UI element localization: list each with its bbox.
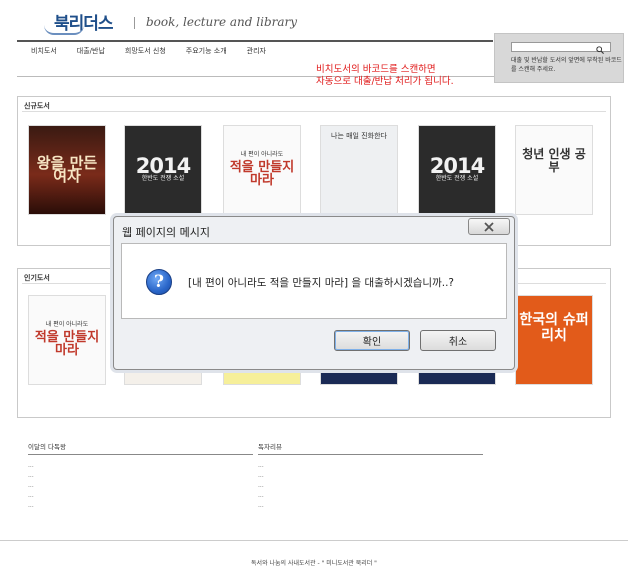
list-item[interactable]: ... (28, 481, 253, 491)
reader-reviews: 독자리뷰 ... ... ... ... ... (258, 441, 483, 513)
nav-item-request[interactable]: 희망도서 신청 (125, 42, 166, 58)
book-title: 적을 만들지 마라 (34, 330, 100, 358)
mini-list: ... ... ... ... ... (28, 461, 253, 511)
book-subtitle: 한반도 전쟁 소설 (435, 174, 479, 182)
logo-swoosh (44, 25, 84, 35)
annotation-line-2: 자동으로 대출/반납 처리가 됩니다. (316, 76, 454, 87)
book-subtitle: 내 편이 아니라도 (45, 321, 89, 328)
list-item[interactable]: ... (28, 461, 253, 471)
list-item[interactable]: ... (258, 471, 483, 481)
list-item[interactable]: ... (28, 471, 253, 481)
nav-item-books[interactable]: 비치도서 (31, 42, 57, 58)
nav-item-features[interactable]: 주요기능 소개 (186, 42, 227, 58)
section-title: 인기도서 (24, 274, 50, 282)
cancel-button[interactable]: 취소 (420, 330, 496, 351)
dialog-body: ? [내 편이 아니라도 적을 만들지 마라] 을 대출하시겠습니까..? (121, 243, 507, 319)
search-icon[interactable] (596, 46, 604, 54)
book-cover[interactable]: 내 편이 아니라도적을 만들지 마라 (223, 125, 301, 215)
annotation-line-1: 비치도서의 바코드를 스캔하면 (316, 64, 436, 75)
section-divider (22, 111, 606, 112)
book-subtitle: 나는 매일 진화한다 (331, 132, 387, 140)
main-nav: 비치도서 대출/반납 희망도서 신청 주요기능 소개 관리자 (17, 42, 493, 58)
book-cover[interactable]: 왕을 만든 여자 (28, 125, 106, 215)
list-item[interactable]: ... (258, 461, 483, 471)
list-item[interactable]: ... (258, 491, 483, 501)
list-item[interactable]: ... (28, 501, 253, 511)
list-item[interactable]: ... (258, 481, 483, 491)
confirm-dialog: 웹 페이지의 메시지 ? [내 편이 아니라도 적을 만들지 마라] 을 대출하… (113, 216, 515, 370)
scan-annotation: 비치도서의 바코드를 스캔하면 자동으로 대출/반납 처리가 됩니다. (316, 64, 454, 88)
book-cover[interactable]: 청년 인생 공부 (515, 125, 593, 215)
tagline: book, lecture and library (146, 15, 298, 29)
list-item[interactable]: ... (28, 491, 253, 501)
book-title: 청년 인생 공부 (522, 147, 586, 174)
barcode-help-text: 대출 및 반납할 도서의 앞면에 부착된 바코드를 스캔해 주세요. (511, 57, 622, 73)
mini-section-title: 이달의 다독왕 (28, 443, 66, 451)
book-subtitle: 한반도 전쟁 소설 (141, 174, 185, 182)
close-button[interactable] (468, 218, 510, 235)
book-cover[interactable]: 2014 한반도 전쟁 소설 (124, 125, 202, 215)
dialog-titlebar[interactable]: 웹 페이지의 메시지 (114, 217, 514, 243)
mini-list: ... ... ... ... ... (258, 461, 483, 511)
question-icon: ? (146, 269, 172, 295)
nav-item-loan-return[interactable]: 대출/반납 (77, 42, 105, 58)
book-cover[interactable]: 2014 한반도 전쟁 소설 (418, 125, 496, 215)
mini-section-title: 독자리뷰 (258, 443, 282, 451)
footer-text: 독서와 나눔의 사내도서관 - " 미니도서관 북리더 " (251, 560, 377, 567)
book-title: 한국의 슈퍼리치 (519, 312, 589, 344)
list-item[interactable]: ... (258, 501, 483, 511)
book-title: 2014 (135, 153, 191, 178)
book-title: 적을 만들지 마라 (229, 160, 295, 188)
footer-divider (0, 540, 628, 541)
logo[interactable]: 북리더스 (44, 9, 144, 37)
mini-section-divider (28, 454, 253, 455)
barcode-scan-box: 대출 및 반납할 도서의 앞면에 부착된 바코드를 스캔해 주세요. (494, 33, 624, 83)
section-title: 신규도서 (24, 102, 50, 110)
book-title: 2014 (429, 153, 485, 178)
close-icon (484, 221, 494, 232)
book-title: 왕을 만든 여자 (36, 154, 98, 185)
book-cover[interactable]: 한국의 슈퍼리치 (515, 295, 593, 385)
ok-button[interactable]: 확인 (334, 330, 410, 351)
book-subtitle: 내 편이 아니라도 (240, 151, 284, 158)
dialog-title: 웹 페이지의 메시지 (122, 226, 210, 239)
book-cover[interactable]: 내 편이 아니라도적을 만들지 마라 (28, 295, 106, 385)
monthly-top-readers: 이달의 다독왕 ... ... ... ... ... (28, 441, 253, 513)
mini-section-divider (258, 454, 483, 455)
book-cover[interactable]: 나는 매일 진화한다 (320, 125, 398, 215)
nav-item-admin[interactable]: 관리자 (247, 42, 266, 58)
barcode-input[interactable] (511, 42, 611, 54)
dialog-message: [내 편이 아니라도 적을 만들지 마라] 을 대출하시겠습니까..? (188, 277, 454, 289)
logo-separator (134, 17, 135, 29)
